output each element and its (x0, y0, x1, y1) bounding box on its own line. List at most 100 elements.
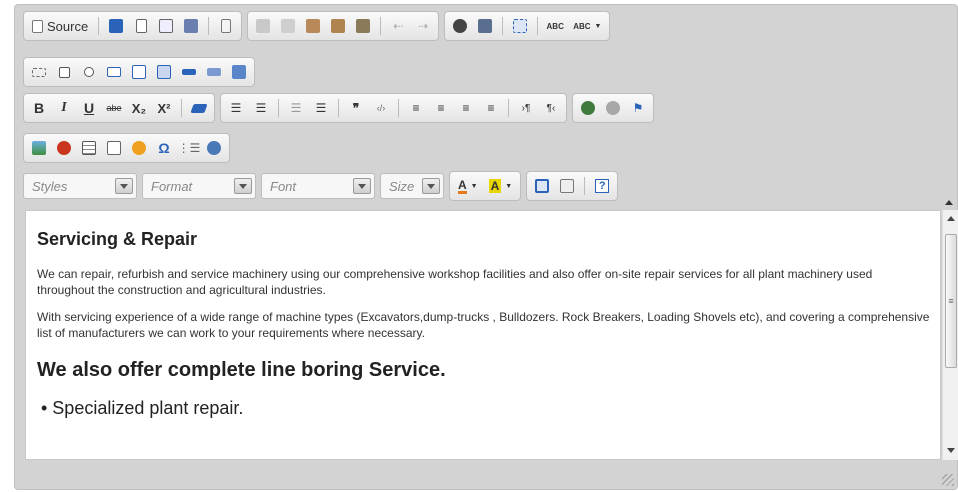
checkbox-icon (58, 66, 70, 78)
replace-button[interactable] (474, 15, 496, 37)
source-button[interactable]: Source (28, 15, 92, 37)
paste-button[interactable] (302, 15, 324, 37)
clipboard-group: ⇠ ⇢ (247, 11, 440, 41)
horizontal-rule-icon (107, 141, 121, 155)
format-combo[interactable]: Format (142, 173, 256, 199)
italic-button[interactable]: I (53, 97, 75, 119)
bold-button[interactable]: B (28, 97, 50, 119)
image-button[interactable] (28, 137, 50, 159)
radio-button[interactable] (78, 61, 100, 83)
paste-text-icon (331, 19, 346, 33)
editor-content-area[interactable]: Servicing & Repair We can repair, refurb… (25, 210, 941, 460)
print-button[interactable] (180, 15, 202, 37)
indent-button[interactable]: ☰ (310, 97, 332, 119)
content-paragraph-1: We can repair, refurbish and service mac… (37, 267, 873, 297)
subscript-button[interactable]: X₂ (128, 97, 150, 119)
scroll-down-icon[interactable] (947, 448, 955, 453)
undo-button[interactable]: ⇠ (387, 15, 409, 37)
bg-color-button[interactable]: A ▼ (485, 175, 517, 197)
ltr-button[interactable]: ›¶ (515, 97, 537, 119)
show-blocks-button[interactable] (556, 175, 578, 197)
smiley-icon (132, 141, 146, 155)
basic-styles-group: B I U abe X₂ X² (23, 93, 215, 123)
numbered-list-button[interactable]: ☰ (225, 97, 247, 119)
resize-handle[interactable] (942, 474, 954, 486)
anchor-button[interactable]: ⚑ (627, 97, 649, 119)
find-icon (453, 19, 468, 33)
content-heading-2: We also offer complete line boring Servi… (37, 359, 446, 381)
toolbar-separator (181, 99, 182, 117)
preview-button[interactable] (155, 15, 177, 37)
underline-icon: U (83, 100, 95, 116)
size-combo[interactable]: Size (380, 173, 444, 199)
blockquote-icon: ❞ (352, 101, 360, 115)
outdent-button[interactable]: ☰ (285, 97, 307, 119)
redo-button[interactable]: ⇢ (412, 15, 434, 37)
iframe-button[interactable] (203, 137, 225, 159)
toolbar-separator (508, 99, 509, 117)
about-button[interactable]: ? (591, 175, 613, 197)
textarea-button[interactable] (128, 61, 150, 83)
toolbar-row-5: Styles Format Font Size A ▼ A ▼ ? (23, 171, 619, 201)
justify-icon: ≡ (487, 101, 495, 115)
table-button[interactable] (78, 137, 100, 159)
links-group: ⚑ (572, 93, 654, 123)
scrollbar-thumb[interactable]: ≡ (945, 234, 957, 368)
maximize-button[interactable] (531, 175, 553, 197)
page-break-icon: ⋮☰ (177, 141, 201, 155)
underline-button[interactable]: U (78, 97, 100, 119)
new-page-button[interactable] (130, 15, 152, 37)
vertical-scrollbar[interactable]: ≡ (942, 210, 958, 460)
toolbar-separator (208, 17, 210, 35)
select-all-icon (513, 19, 528, 33)
cut-button[interactable] (252, 15, 274, 37)
superscript-button[interactable]: X² (153, 97, 175, 119)
special-char-button[interactable]: Ω (153, 137, 175, 159)
remove-format-button[interactable] (188, 97, 210, 119)
textfield-button[interactable] (103, 61, 125, 83)
flash-button[interactable] (53, 137, 75, 159)
form-button[interactable] (28, 61, 50, 83)
strike-button[interactable]: abe (103, 97, 125, 119)
checkbox-button[interactable] (53, 61, 75, 83)
text-color-button[interactable]: A ▼ (454, 175, 482, 197)
align-center-button[interactable]: ≡ (430, 97, 452, 119)
styles-combo[interactable]: Styles (23, 173, 137, 199)
unlink-button[interactable] (602, 97, 624, 119)
align-right-button[interactable]: ≡ (455, 97, 477, 119)
strike-icon: abe (106, 103, 122, 113)
toolbar-row-2 (23, 57, 255, 87)
bulleted-list-button[interactable]: ☰ (250, 97, 272, 119)
preview-icon (159, 19, 174, 33)
collapse-toolbar-button[interactable] (943, 193, 955, 205)
justify-button[interactable]: ≡ (480, 97, 502, 119)
chevron-down-icon (353, 178, 371, 194)
select-button[interactable] (153, 61, 175, 83)
textfield-icon (107, 67, 121, 77)
paste-word-button[interactable] (352, 15, 374, 37)
spellcheck-button[interactable]: ABC (544, 15, 566, 37)
save-button[interactable] (105, 15, 127, 37)
font-combo[interactable]: Font (261, 173, 375, 199)
paste-text-button[interactable] (327, 15, 349, 37)
link-button[interactable] (577, 97, 599, 119)
scayt-button[interactable]: ABC ▼ (569, 15, 605, 37)
smiley-button[interactable] (128, 137, 150, 159)
unlink-icon (606, 101, 620, 115)
image-button-button[interactable] (203, 61, 225, 83)
rtl-button[interactable]: ¶‹ (540, 97, 562, 119)
copy-button[interactable] (277, 15, 299, 37)
hidden-field-button[interactable] (228, 61, 250, 83)
horizontal-rule-button[interactable] (103, 137, 125, 159)
templates-button[interactable] (215, 15, 237, 37)
div-button[interactable]: ‹/› (370, 97, 392, 119)
page-break-button[interactable]: ⋮☰ (177, 137, 201, 159)
blockquote-button[interactable]: ❞ (345, 97, 367, 119)
button-button[interactable] (178, 61, 200, 83)
select-all-button[interactable] (509, 15, 531, 37)
subscript-icon: X₂ (131, 100, 147, 116)
forms-group (23, 57, 255, 87)
align-left-button[interactable]: ≡ (405, 97, 427, 119)
scroll-up-icon[interactable] (947, 216, 955, 221)
find-button[interactable] (449, 15, 471, 37)
